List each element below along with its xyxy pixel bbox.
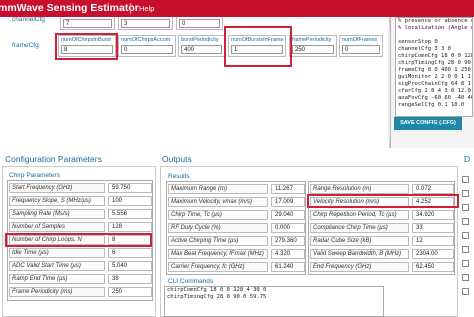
highlight-bursts-in-frame [224,26,292,67]
checkbox[interactable] [462,288,469,295]
radar-cube-size-value: 12 [412,236,454,246]
highlight-chirp-loops [5,233,152,247]
cli-commands-text[interactable]: chirpComnCfg 18 0 0 128 4 30 0 chirpTimi… [164,286,384,317]
checkbox[interactable] [462,274,469,281]
cutoff-checkbox-column [460,166,474,317]
num-chirps-accum-input[interactable]: 0 [121,45,173,54]
checkbox[interactable] [462,218,469,225]
app-title: mmWave Sensing Estimator [0,2,139,14]
carrier-frequency-value: 61.240 [271,262,305,272]
rf-duty-cycle-value: 0.000 [271,223,305,233]
num-of-frames-input[interactable]: 0 [342,45,380,54]
adc-valid-start-input[interactable]: 5.040 [108,261,152,271]
results-left-table: Maximum Range (m) 11.267 Maximum Velocit… [166,181,306,275]
channel-field-3[interactable]: 0 [176,17,223,30]
max-beat-frequency-value: 4.320 [271,249,305,259]
num-chirps-accum-group: numOfChirpsAccum 0 [118,35,176,57]
burst-periodicity-input[interactable]: 400 [181,45,222,54]
valid-sweep-bandwidth-value: 2304.00 [412,249,454,259]
frame-periodicity-group: framePeriodicity 250 [289,35,337,57]
channel-field-2[interactable]: 3 [118,17,173,30]
config-params-title: Configuration Parameters [5,154,102,164]
header-divider [130,3,131,14]
checkbox[interactable] [462,246,469,253]
compliance-chirp-time-value: 33 [412,223,454,233]
frame-periodicity-input[interactable]: 250 [292,45,334,54]
frame-periodicity-param-input[interactable]: 250 [108,287,152,297]
channel-cfg-label: channelCfg [12,16,45,23]
help-menu[interactable]: Help [139,4,154,13]
results-title: Results [168,173,190,180]
sampling-rate-input[interactable]: 5.556 [108,209,152,219]
range-resolution-value: 0.072 [412,184,454,194]
highlight-chirps-in-burst [55,33,118,60]
cli-commands-title: CLI Commands [168,278,214,285]
outputs-title: Outputs [162,154,192,164]
ramp-end-time-input[interactable]: 38 [108,274,152,284]
frame-cfg-label: frameCfg [12,42,39,49]
frequency-slope-input[interactable]: 100 [108,196,152,206]
end-frequency-value: 62.450 [412,262,454,272]
highlight-velocity-resolution [307,194,459,208]
checkbox[interactable] [462,176,469,183]
idle-time-input[interactable]: 6 [108,248,152,258]
chirp-time-value: 29.040 [271,210,305,220]
chirp-repetition-period-value: 34.920 [412,210,454,220]
checkbox[interactable] [462,232,469,239]
burst-periodicity-group: burstPeriodicity 400 [178,35,225,57]
frame-config-panel: channelCfg 7 3 0 frameCfg numOfChirpsInB… [0,16,390,148]
checkbox[interactable] [462,204,469,211]
save-config-button[interactable]: SAVE CONFIG (.CFG) [394,117,462,130]
max-velocity-value: 17.009 [271,197,305,207]
max-range-value: 11.267 [271,184,305,194]
cutoff-section-title: D [464,154,471,164]
active-chirping-time-value: 279.360 [271,236,305,246]
num-of-frames-group: numOfFrames 0 [339,35,383,57]
channel-field-1[interactable]: 7 [60,17,115,30]
app-header: mmWave Sensing Estimator Help [0,0,474,17]
number-of-samples-input[interactable]: 128 [108,222,152,232]
checkbox[interactable] [462,190,469,197]
cli-config-text[interactable]: % presence or absence of % localization … [395,17,473,117]
start-frequency-input[interactable]: 59.750 [108,183,152,193]
checkbox[interactable] [462,260,469,267]
chirp-params-title: Chirp Parameters [9,172,60,179]
